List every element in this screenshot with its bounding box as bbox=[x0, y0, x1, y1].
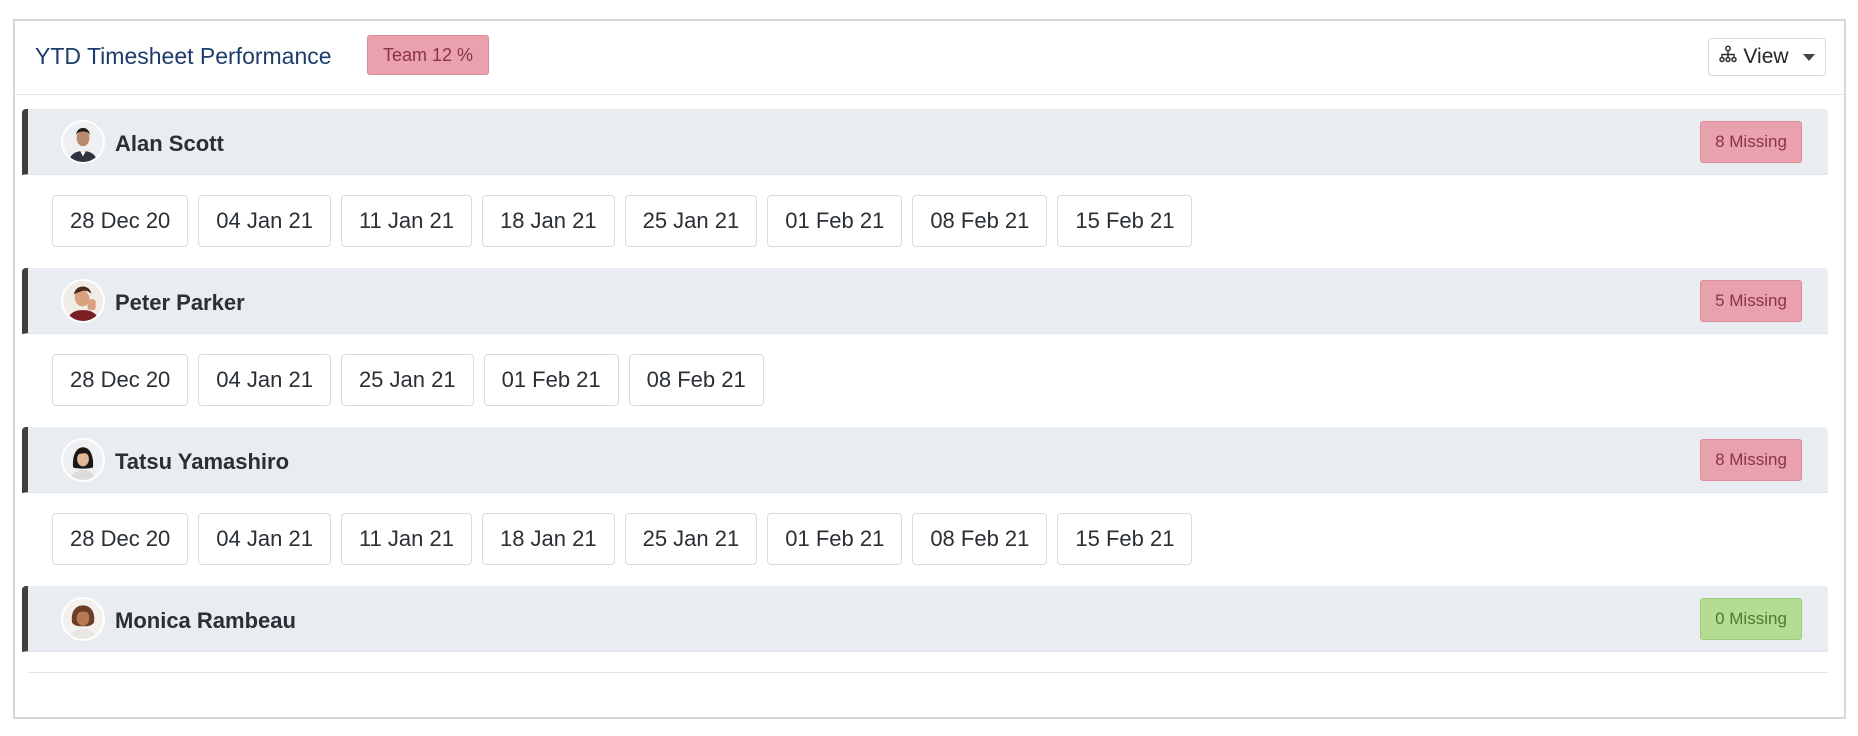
team-percentage-badge: Team 12 % bbox=[367, 35, 490, 75]
missing-count-badge: 8 Missing bbox=[1700, 439, 1802, 481]
week-date-chip[interactable]: 08 Feb 21 bbox=[912, 195, 1048, 247]
week-date-chip[interactable]: 04 Jan 21 bbox=[198, 195, 331, 247]
avatar bbox=[61, 438, 105, 482]
person-name: Tatsu Yamashiro bbox=[115, 449, 290, 474]
week-date-chip[interactable]: 01 Feb 21 bbox=[767, 513, 903, 565]
avatar bbox=[61, 279, 105, 323]
person-name: Alan Scott bbox=[115, 131, 224, 156]
person-name: Monica Rambeau bbox=[115, 608, 296, 633]
week-date-chip[interactable]: 04 Jan 21 bbox=[198, 513, 331, 565]
chevron-down-icon bbox=[1802, 53, 1815, 61]
avatar bbox=[61, 120, 105, 164]
person-name: Peter Parker bbox=[115, 290, 245, 315]
week-date-chip[interactable]: 28 Dec 20 bbox=[52, 354, 189, 406]
week-date-chip[interactable]: 11 Jan 21 bbox=[340, 195, 472, 247]
week-date-chip[interactable]: 04 Jan 21 bbox=[198, 354, 331, 406]
card-header: YTD Timesheet Performance Team 12 % View bbox=[15, 21, 1844, 95]
view-label: View bbox=[1743, 45, 1789, 68]
view-dropdown-button[interactable]: View bbox=[1708, 38, 1826, 76]
week-date-chip[interactable]: 28 Dec 20 bbox=[52, 195, 189, 247]
person-row-peter-parker[interactable]: Peter Parker 5 Missing bbox=[22, 268, 1828, 334]
missing-weeks-list: 28 Dec 20 04 Jan 21 25 Jan 21 01 Feb 21 08 F… bbox=[22, 334, 1828, 427]
week-date-chip[interactable]: 18 Jan 21 bbox=[481, 195, 615, 247]
people-list: Alan Scott 8 Missing 28 Dec 20 04 Jan 21 11 … bbox=[22, 109, 1828, 673]
missing-count-badge: 5 Missing bbox=[1700, 280, 1802, 322]
missing-weeks-list: 28 Dec 20 04 Jan 21 11 Jan 21 18 Jan 21 25 J… bbox=[22, 493, 1828, 586]
card-title: YTD Timesheet Performance bbox=[35, 43, 332, 69]
week-date-chip[interactable]: 01 Feb 21 bbox=[483, 354, 619, 406]
divider bbox=[28, 672, 1828, 673]
week-date-chip[interactable]: 25 Jan 21 bbox=[624, 513, 758, 565]
missing-count-badge: 8 Missing bbox=[1700, 121, 1802, 163]
week-date-chip[interactable]: 18 Jan 21 bbox=[481, 513, 615, 565]
person-row-alan-scott[interactable]: Alan Scott 8 Missing bbox=[22, 109, 1828, 175]
week-date-chip[interactable]: 08 Feb 21 bbox=[628, 354, 764, 406]
person-row-monica-rambeau[interactable]: Monica Rambeau 0 Missing bbox=[22, 586, 1828, 652]
week-date-chip[interactable]: 15 Feb 21 bbox=[1057, 195, 1193, 247]
week-date-chip[interactable]: 01 Feb 21 bbox=[767, 195, 903, 247]
avatar bbox=[61, 597, 105, 641]
hierarchy-icon bbox=[1719, 45, 1738, 69]
week-date-chip[interactable]: 15 Feb 21 bbox=[1057, 513, 1193, 565]
week-date-chip[interactable]: 25 Jan 21 bbox=[624, 195, 758, 247]
week-date-chip[interactable]: 08 Feb 21 bbox=[912, 513, 1048, 565]
week-date-chip[interactable]: 11 Jan 21 bbox=[340, 513, 472, 565]
week-date-chip[interactable]: 25 Jan 21 bbox=[340, 354, 474, 406]
missing-count-badge: 0 Missing bbox=[1700, 598, 1802, 640]
week-date-chip[interactable]: 28 Dec 20 bbox=[52, 513, 189, 565]
missing-weeks-list: 28 Dec 20 04 Jan 21 11 Jan 21 18 Jan 21 25 J… bbox=[22, 175, 1828, 268]
person-row-tatsu-yamashiro[interactable]: Tatsu Yamashiro 8 Missing bbox=[22, 427, 1828, 493]
